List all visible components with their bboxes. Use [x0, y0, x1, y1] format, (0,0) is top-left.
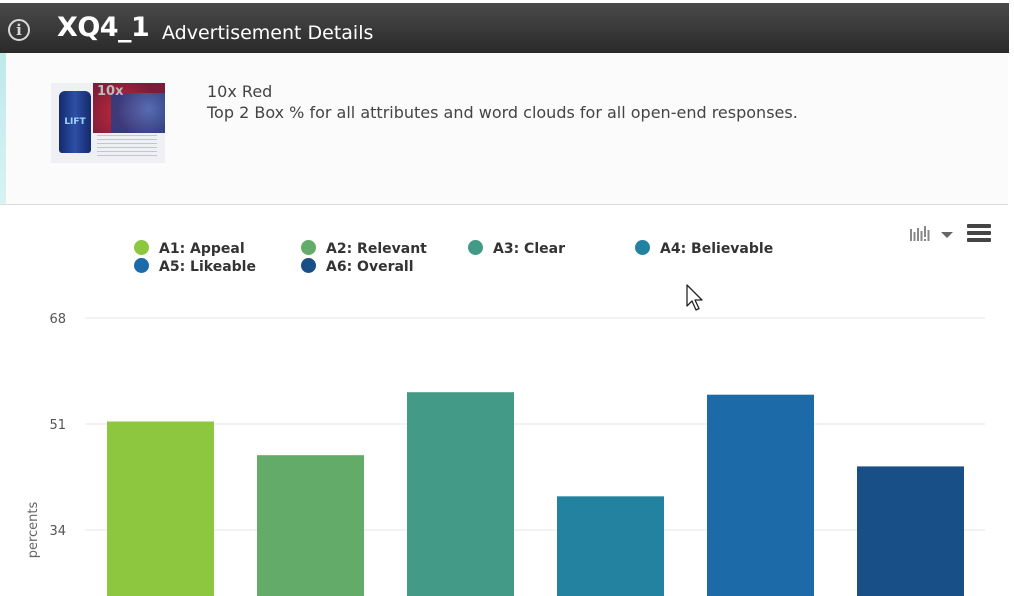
y-tick-label: 51 — [49, 418, 66, 433]
bar[interactable] — [557, 496, 664, 596]
thumbnail-blue-art — [111, 93, 165, 133]
bar[interactable] — [857, 466, 964, 596]
thumbnail-copy — [97, 135, 157, 157]
bar[interactable] — [257, 455, 364, 596]
page-title: XQ4_1 — [57, 12, 150, 43]
panel-accent — [0, 53, 6, 204]
bar-chart: 34 51 68 percents — [26, 312, 985, 596]
thumbnail-badge: 10x — [97, 84, 124, 99]
info-circle-icon[interactable]: i — [8, 19, 30, 41]
title-bar: i XQ4_1 Advertisement Details — [0, 3, 1009, 53]
bar[interactable] — [407, 392, 514, 596]
bar[interactable] — [707, 394, 814, 596]
mouse-cursor-icon — [686, 284, 706, 316]
y-axis-label: percents — [26, 501, 41, 558]
bar[interactable] — [107, 421, 214, 596]
y-tick-label: 68 — [49, 312, 66, 327]
ad-description: Top 2 Box % for all attributes and word … — [207, 103, 798, 122]
page-subtitle: Advertisement Details — [162, 22, 374, 44]
thumbnail-bottle: LIFT — [59, 91, 91, 153]
ad-thumbnail[interactable]: LIFT 10x — [51, 83, 165, 163]
advertisement-panel: LIFT 10x 10x Red Top 2 Box % for all att… — [0, 53, 1008, 205]
ad-name: 10x Red — [207, 82, 273, 101]
y-tick-label: 34 — [49, 524, 66, 539]
